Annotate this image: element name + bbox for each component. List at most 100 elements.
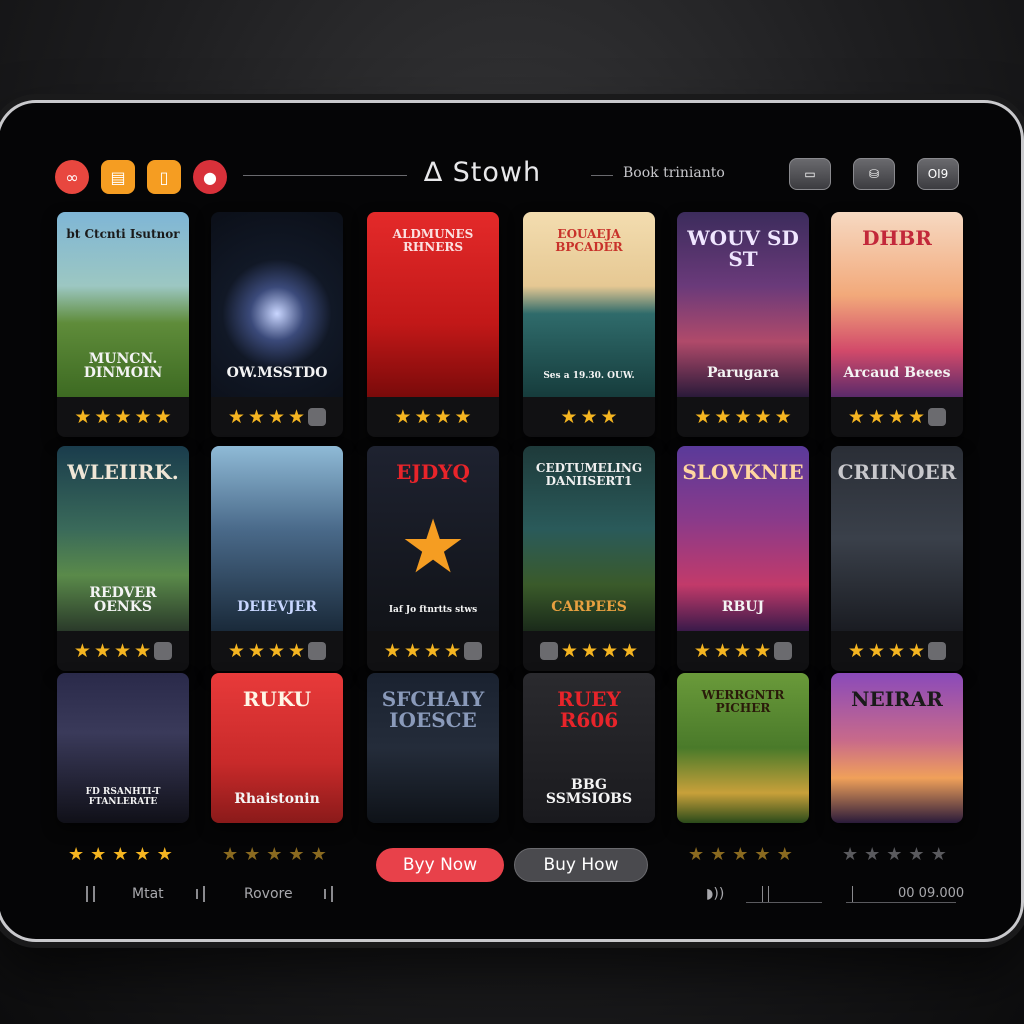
book-cover[interactable]: WLEIIRK. REDVER OENKS (57, 446, 189, 631)
book-title: CRIINOER (837, 460, 957, 484)
skip-icon[interactable] (196, 886, 205, 902)
book-cover[interactable]: SLOVKNIE RBUJ (677, 446, 809, 631)
book-card[interactable]: FD RSANHTI-T FTANLERATE (57, 673, 189, 823)
book-cover[interactable]: CRIINOER (831, 446, 963, 631)
book-cover[interactable]: EJDYQ ★ Iaf Jo ftnrtts stws (367, 446, 499, 631)
book-cover[interactable]: bt Ctcnti Isutnor MUNCN. DINMOIN (57, 212, 189, 397)
book-subtitle: RBUJ (721, 599, 765, 616)
book-cover[interactable]: SFCHAIY IOESCE (367, 673, 499, 823)
book-card[interactable]: bt Ctcnti Isutnor MUNCN. DINMOIN ★ ★ ★ ★ ★ (57, 212, 189, 437)
star-icon: ★ (774, 405, 792, 428)
book-card[interactable]: WERRGNTR PICHER (677, 673, 809, 823)
book-cover[interactable]: RUKU Rhaistonin (211, 673, 343, 823)
star-icon: ★ (908, 844, 925, 865)
book-card[interactable]: NEIRAR (831, 673, 963, 823)
book-cover[interactable]: DHBR Arcaud Beees (831, 212, 963, 397)
rating-row: ★ ★ ★ ★ (367, 631, 499, 671)
volume-icon[interactable]: ◗)) (706, 886, 724, 902)
star-icon: ★ (244, 844, 261, 865)
book-cover[interactable]: WOUV SD ST Parugara (677, 212, 809, 397)
book-card[interactable]: DHBR Arcaud Beees ★ ★ ★ ★ (831, 212, 963, 437)
book-cover[interactable]: WERRGNTR PICHER (677, 673, 809, 823)
pause-icon[interactable] (86, 886, 95, 902)
progress-track[interactable] (746, 902, 822, 903)
book-card[interactable]: CRIINOER ★ ★ ★ ★ (831, 446, 963, 671)
rating-row: ★ ★ ★ ★ (523, 631, 655, 671)
star-icon: ★ (414, 405, 432, 428)
rating-row: ★ ★ ★ ★ (57, 631, 189, 671)
rating-row-4-6: ★ ★ ★ ★ ★ (842, 846, 947, 864)
rating-row: ★ ★ ★ ★ (831, 631, 963, 671)
star-icon: ★ (424, 639, 442, 662)
star-icon: ★ (714, 405, 732, 428)
star-icon: ★ (268, 639, 286, 662)
toolbar-button-2[interactable]: ⛁ (853, 158, 895, 190)
star-icon: ★ (560, 639, 578, 662)
badge-icon (774, 642, 793, 660)
star-icon: ★ (134, 405, 152, 428)
star-icon: ★ (403, 639, 421, 662)
book-title: RUKU (242, 687, 312, 711)
book-cover[interactable]: RUEY R606 BBG SSMSIOBS (523, 673, 655, 823)
book-subtitle: Parugara (706, 365, 780, 382)
book-card[interactable]: RUKU Rhaistonin (211, 673, 343, 823)
book-card[interactable]: RUEY R606 BBG SSMSIOBS (523, 673, 655, 823)
star-icon: ★ (74, 405, 92, 428)
app-red-icon[interactable]: ∞ (55, 160, 89, 194)
book-cover[interactable]: OW.MSSTDO (211, 212, 343, 397)
book-cover[interactable]: DEIEVJER (211, 446, 343, 631)
rating-row: ★ ★ ★ ★ (831, 397, 963, 437)
bookmark-orange-icon[interactable]: ▯ (147, 160, 181, 194)
book-title: SLOVKNIE (682, 460, 804, 484)
star-icon: ★ (694, 405, 712, 428)
badge-icon (308, 408, 327, 426)
star-icon: ★ (888, 639, 906, 662)
record-red-icon[interactable]: ● (193, 160, 227, 194)
book-card[interactable]: OW.MSSTDO ★ ★ ★ ★ (211, 212, 343, 437)
badge-icon (928, 408, 947, 426)
toolbar-button-1[interactable]: ▭ (789, 158, 831, 190)
book-cover[interactable]: NEIRAR (831, 673, 963, 823)
footer-label-mid[interactable]: Rovore (244, 886, 293, 902)
star-icon: ★ (93, 639, 111, 662)
book-card[interactable]: WLEIIRK. REDVER OENKS ★ ★ ★ ★ (57, 446, 189, 671)
book-card[interactable]: DEIEVJER ★ ★ ★ ★ (211, 446, 343, 671)
time-track[interactable] (846, 902, 956, 903)
buy-now-button[interactable]: Byy Now (376, 848, 504, 882)
footer-label-left[interactable]: Mtat (132, 886, 164, 902)
book-cover[interactable]: FD RSANHTI-T FTANLERATE (57, 673, 189, 823)
star-icon: ★ (580, 405, 598, 428)
star-icon: ★ (310, 844, 327, 865)
rating-row-4-2: ★ ★ ★ ★ ★ (222, 846, 327, 864)
book-title: CEDTUMELING DANIISERT1 (535, 461, 643, 488)
book-card[interactable]: EOUAEJA BPCADER Ses a 19.30. OUW. ★ ★ ★ (523, 212, 655, 437)
book-card[interactable]: ALDMUNES RHNERS ★ ★ ★ ★ (367, 212, 499, 437)
book-card[interactable]: SFCHAIY IOESCE (367, 673, 499, 823)
star-icon: ★ (847, 405, 865, 428)
star-icon: ★ (268, 405, 286, 428)
book-card[interactable]: SLOVKNIE RBUJ ★ ★ ★ ★ (677, 446, 809, 671)
next-icon[interactable] (324, 886, 333, 902)
time-readout: 00 09.000 (898, 886, 965, 901)
book-card[interactable]: CEDTUMELING DANIISERT1 CARPEES ★ ★ ★ ★ (523, 446, 655, 671)
book-cover[interactable]: EOUAEJA BPCADER Ses a 19.30. OUW. (523, 212, 655, 397)
book-orange-icon[interactable]: ▤ (101, 160, 135, 194)
book-cover[interactable]: ALDMUNES RHNERS (367, 212, 499, 397)
book-title: DHBR (862, 226, 932, 250)
star-icon: ★ (864, 844, 881, 865)
book-card[interactable]: EJDYQ ★ Iaf Jo ftnrtts stws ★ ★ ★ ★ (367, 446, 499, 671)
book-title: bt Ctcnti Isutnor (66, 227, 180, 241)
star-icon: ★ (847, 639, 865, 662)
star-icon: ★ (601, 639, 619, 662)
book-card[interactable]: WOUV SD ST Parugara ★ ★ ★ ★ ★ (677, 212, 809, 437)
buy-how-button[interactable]: Buy How (514, 848, 648, 882)
star-icon: ★ (908, 639, 926, 662)
star-icon: ★ (454, 405, 472, 428)
badge-icon (308, 642, 327, 660)
book-cover[interactable]: CEDTUMELING DANIISERT1 CARPEES (523, 446, 655, 631)
star-icon: ★ (112, 844, 129, 865)
star-icon: ★ (444, 639, 462, 662)
toolbar-button-3[interactable]: OI9 (917, 158, 959, 190)
rating-row: ★ ★ ★ ★ (367, 397, 499, 437)
badge-icon (539, 642, 558, 660)
